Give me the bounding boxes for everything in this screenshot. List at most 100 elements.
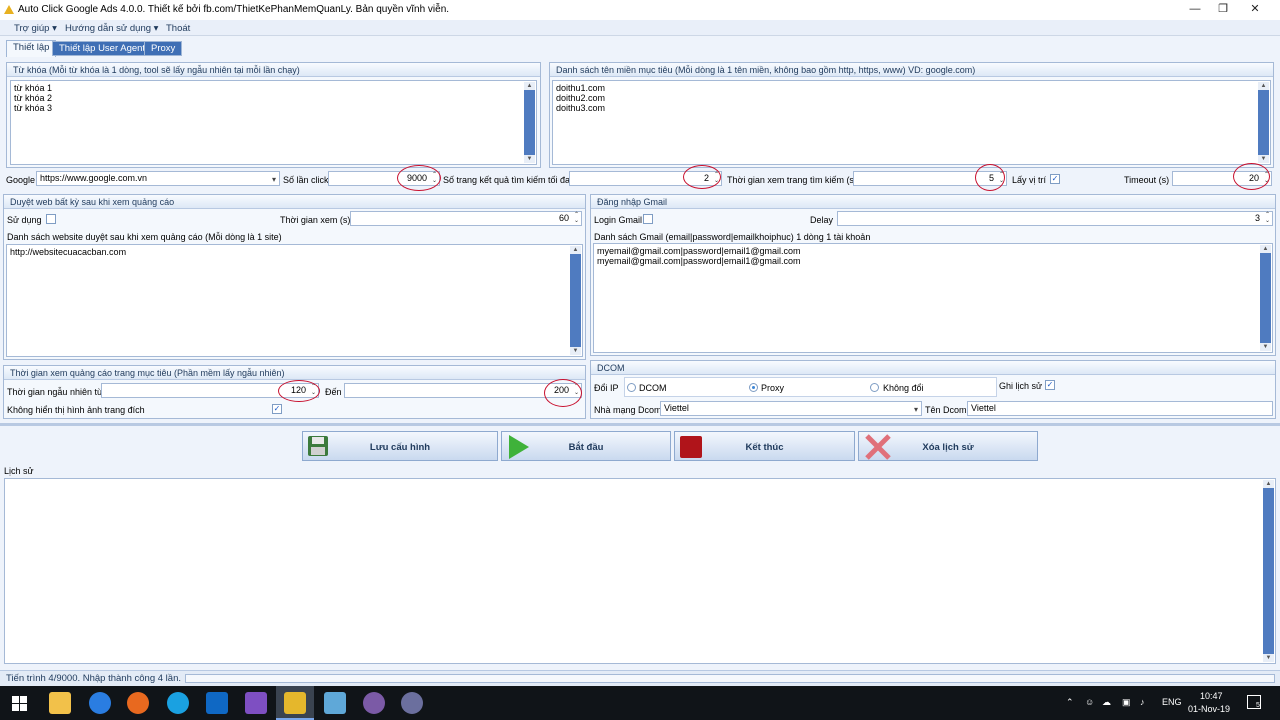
- save-config-label: Lưu cấu hình: [369, 442, 431, 453]
- status-text: Tiến trình 4/9000. Nhập thành công 4 lần…: [6, 673, 181, 684]
- change-ip-label: Đổi IP: [594, 383, 619, 393]
- browse-use-checkbox[interactable]: [46, 214, 56, 224]
- domains-panel: Danh sách tên miền mục tiêu (Mỗi dòng là…: [549, 62, 1274, 168]
- active-app-tab[interactable]: [276, 686, 314, 720]
- random-time-label: Thời gian ngẫu nhiên từ: [7, 387, 103, 397]
- browse-textarea[interactable]: http://websitecuacacban.com: [6, 244, 583, 357]
- tab-user-agent[interactable]: Thiết lập User Agent: [52, 41, 153, 56]
- gmail-delay-label: Delay: [810, 215, 834, 225]
- ip-radio-group: DCOM Proxy Không đổi: [624, 377, 997, 397]
- menu-guide[interactable]: Hướng dẫn sử dụng ▾: [61, 22, 162, 35]
- browse-list-label: Danh sách website duyệt sau khi xem quản…: [7, 232, 282, 242]
- google-select[interactable]: https://www.google.com.vn: [36, 171, 280, 186]
- carrier-select[interactable]: Viettel: [660, 401, 922, 416]
- stop-button[interactable]: Kết thúc: [674, 431, 855, 461]
- location-checkbox[interactable]: ✓: [1050, 174, 1060, 184]
- notification-count: 5: [1256, 702, 1260, 709]
- gmail-login-label: Login Gmail: [594, 215, 643, 225]
- domain-line: doithu1.com: [556, 83, 606, 93]
- dcom-name-input[interactable]: Viettel: [967, 401, 1273, 416]
- history-log-checkbox[interactable]: ✓: [1045, 380, 1055, 390]
- clock-date[interactable]: 01-Nov-19: [1188, 704, 1230, 714]
- gmail-scrollbar[interactable]: [1260, 245, 1271, 351]
- keywords-panel: Từ khóa (Mỗi từ khóa là 1 dòng, tool sẽ …: [6, 62, 541, 168]
- menu-exit[interactable]: Thoát: [162, 22, 194, 35]
- history-scrollbar[interactable]: [1263, 480, 1274, 662]
- notepad-icon[interactable]: [324, 692, 346, 714]
- gmail-delay-spinner[interactable]: 3: [837, 211, 1273, 226]
- browse-use-label: Sử dụng: [7, 215, 42, 225]
- domains-scrollbar[interactable]: [1258, 82, 1269, 163]
- menu-help[interactable]: Trợ giúp ▾: [10, 22, 61, 35]
- browse-header: Duyệt web bất kỳ sau khi xem quảng cáo: [4, 195, 585, 209]
- dcom-name-label: Tên Dcom: [925, 405, 967, 415]
- clear-history-button[interactable]: Xóa lịch sử: [858, 431, 1038, 461]
- browser-icon-2[interactable]: [401, 692, 423, 714]
- save-config-button[interactable]: Lưu cấu hình: [302, 431, 498, 461]
- splitter[interactable]: [0, 423, 1280, 426]
- browse-line: http://websitecuacacban.com: [10, 247, 127, 257]
- start-button[interactable]: Bắt đầu: [501, 431, 671, 461]
- network-icon[interactable]: ▣: [1122, 697, 1131, 708]
- gmail-textarea[interactable]: myemail@gmail.com|password|email1@gmail.…: [593, 243, 1273, 353]
- max-pages-spinner[interactable]: 2: [569, 171, 722, 186]
- google-label: Google: [6, 175, 36, 185]
- close-button[interactable]: ✕: [1238, 0, 1272, 20]
- skype-icon[interactable]: [167, 692, 189, 714]
- tray-expand-icon[interactable]: ⌃: [1066, 697, 1074, 708]
- browse-scrollbar[interactable]: [570, 246, 581, 355]
- domain-line: doithu2.com: [556, 93, 606, 103]
- keywords-textarea[interactable]: từ khóa 1 từ khóa 2 từ khóa 3: [10, 80, 537, 165]
- gmail-login-checkbox[interactable]: [643, 214, 653, 224]
- radio-no-change[interactable]: [870, 383, 879, 392]
- random-to-spinner[interactable]: 200: [344, 383, 582, 398]
- keywords-scrollbar[interactable]: [524, 82, 535, 163]
- timeout-label: Timeout (s): [1124, 175, 1170, 185]
- no-images-label: Không hiển thị hình ảnh trang đích: [7, 405, 145, 415]
- tab-strip: Thiết lập Thiết lập User Agent Proxy: [0, 37, 1280, 57]
- browse-view-time-spinner[interactable]: 60: [350, 211, 582, 226]
- random-from-spinner[interactable]: 120: [101, 383, 319, 398]
- timeout-spinner[interactable]: 20: [1172, 171, 1272, 186]
- notification-icon[interactable]: 5: [1247, 695, 1261, 709]
- no-images-checkbox[interactable]: ✓: [272, 404, 282, 414]
- browser-icon-1[interactable]: [363, 692, 385, 714]
- radio-dcom-label: DCOM: [639, 383, 667, 393]
- carrier-label: Nhà mạng Dcom: [594, 405, 662, 415]
- keyword-line: từ khóa 1: [14, 83, 53, 93]
- radio-dcom[interactable]: [627, 383, 636, 392]
- history-log[interactable]: [4, 478, 1276, 664]
- clicks-spinner[interactable]: 9000: [328, 171, 440, 186]
- tray-app-icon[interactable]: ☺: [1085, 697, 1094, 707]
- file-explorer-icon[interactable]: [49, 692, 71, 714]
- maximize-button[interactable]: ❐: [1206, 0, 1240, 20]
- firefox-icon[interactable]: [127, 692, 149, 714]
- keyword-line: từ khóa 3: [14, 103, 53, 113]
- clear-history-label: Xóa lịch sử: [922, 442, 974, 453]
- volume-icon[interactable]: ♪: [1140, 697, 1145, 707]
- zalo-icon[interactable]: [89, 692, 111, 714]
- active-app-icon: [284, 692, 306, 714]
- cloud-icon[interactable]: ☁: [1102, 697, 1111, 708]
- clock-time[interactable]: 10:47: [1200, 691, 1223, 701]
- taskbar: ⌃ ☺ ☁ ▣ ♪ ENG 10:47 01-Nov-19 5: [0, 686, 1280, 720]
- windows-start-icon[interactable]: [12, 696, 27, 711]
- language-indicator[interactable]: ENG: [1162, 697, 1182, 707]
- domains-textarea[interactable]: doithu1.com doithu2.com doithu3.com: [552, 80, 1271, 165]
- ad-time-panel: Thời gian xem quảng cáo trang mục tiêu (…: [3, 365, 586, 419]
- search-view-time-spinner[interactable]: 5: [853, 171, 1007, 186]
- visual-studio-icon[interactable]: [245, 692, 267, 714]
- domain-line: doithu3.com: [556, 103, 606, 113]
- outlook-icon[interactable]: [206, 692, 228, 714]
- app-icon: [4, 5, 14, 14]
- status-bar: Tiến trình 4/9000. Nhập thành công 4 lần…: [0, 670, 1280, 686]
- menu-bar: Trợ giúp ▾ Hướng dẫn sử dụng ▾ Thoát: [0, 20, 1280, 36]
- dcom-panel: DCOM Đổi IP DCOM Proxy Không đổi Ghi lịc…: [590, 360, 1276, 419]
- keyword-line: từ khóa 2: [14, 93, 53, 103]
- radio-proxy-label: Proxy: [761, 383, 785, 393]
- tab-proxy[interactable]: Proxy: [144, 41, 183, 56]
- keywords-header: Từ khóa (Mỗi từ khóa là 1 dòng, tool sẽ …: [7, 63, 540, 77]
- location-label: Lấy vị trí: [1012, 175, 1047, 185]
- tab-settings[interactable]: Thiết lập: [6, 40, 57, 57]
- radio-proxy[interactable]: [749, 383, 758, 392]
